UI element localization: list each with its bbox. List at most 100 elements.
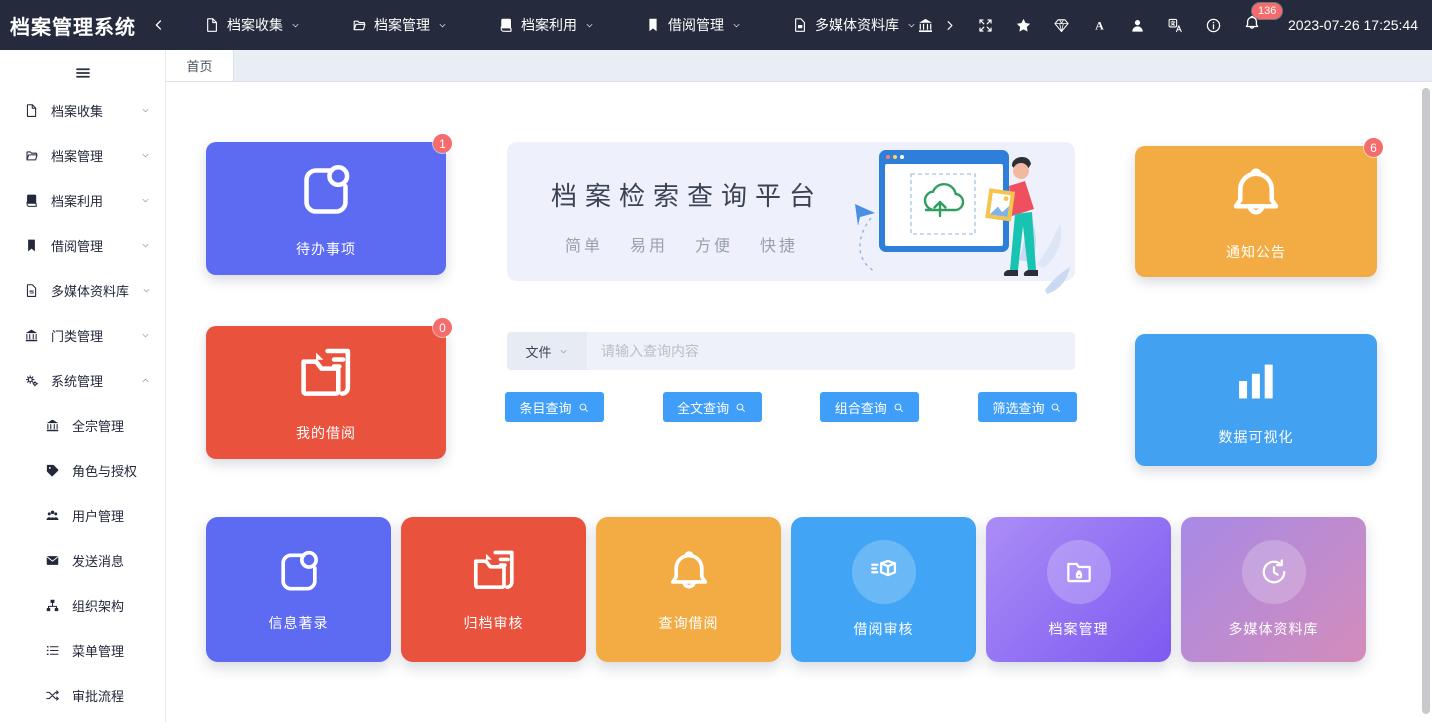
chevron-down-icon [140,330,151,341]
notice-card-label: 通知公告 [1226,242,1286,262]
sidebar-item-档案利用[interactable]: 档案利用 [0,178,165,223]
folder-open-icon [351,17,367,33]
file-media-icon [24,283,39,298]
sidebar-item-档案收集[interactable]: 档案收集 [0,88,165,133]
file-media-icon [792,17,808,33]
query-button-label: 条目查询 [519,398,571,417]
search-platform-banner: 档案检索查询平台 简单易用方便快捷 [507,142,1075,281]
book-icon [498,17,514,33]
my-borrow-card[interactable]: 我的借阅 0 [206,326,446,459]
nav-item-档案收集[interactable]: 档案收集 [204,15,301,35]
chevron-down-icon [558,346,569,357]
shortcut-card-label: 档案管理 [1049,619,1109,639]
sidebar-subitem-label: 用户管理 [72,506,124,525]
file-icon [24,103,39,118]
bookmark-icon [645,17,661,33]
notice-card[interactable]: 通知公告 6 [1135,146,1377,277]
banner-title: 档案检索查询平台 [551,176,823,213]
sidebar-item-label: 档案收集 [51,101,103,120]
folder-open-icon [24,148,39,163]
notification-count-badge: 136 [1252,3,1282,19]
search-category-select[interactable]: 文件 [507,332,587,370]
toolbar-icons: A [977,17,1222,34]
search-category-value: 文件 [525,342,551,361]
nav-item-档案利用[interactable]: 档案利用 [498,15,595,35]
shortcut-card-多媒体资料库[interactable]: 多媒体资料库 [1181,517,1366,662]
search-input[interactable] [587,332,1075,370]
shortcut-card-查询借阅[interactable]: 查询借阅 [596,517,781,662]
svg-text:A: A [1095,18,1104,32]
query-button-筛选查询[interactable]: 筛选查询 [978,392,1077,422]
search-bar: 文件 [507,332,1075,370]
clipboard-icon [273,546,325,598]
sidebar-subitem-菜单管理[interactable]: 菜单管理 [0,628,165,673]
nav-item-借阅管理[interactable]: 借阅管理 [645,15,742,35]
chevron-down-icon [906,20,917,31]
sidebar-item-门类管理[interactable]: 门类管理 [0,313,165,358]
query-button-全文查询[interactable]: 全文查询 [663,392,762,422]
query-button-组合查询[interactable]: 组合查询 [820,392,919,422]
nav-item-label: 档案收集 [227,15,283,35]
tab-home[interactable]: 首页 [166,50,234,81]
star-icon[interactable] [1015,17,1032,34]
data-viz-card-label: 数据可视化 [1219,427,1294,447]
chevron-down-icon [731,20,742,31]
sidebar-subitem-发送消息[interactable]: 发送消息 [0,538,165,583]
nav-item-label: 档案利用 [521,15,577,35]
sidebar-subitem-审批流程[interactable]: 审批流程 [0,673,165,718]
shortcut-card-借阅审核[interactable]: 借阅审核 [791,517,976,662]
sidebar-subitem-角色与授权[interactable]: 角色与授权 [0,448,165,493]
sidebar-item-借阅管理[interactable]: 借阅管理 [0,223,165,268]
banner-subtitle: 简单易用方便快捷 [565,232,798,256]
datetime-text: 2023-07-26 17:25:44 [1288,17,1418,33]
info-icon[interactable] [1205,17,1222,34]
nav-item-档案管理[interactable]: 档案管理 [351,15,448,35]
chevron-down-icon [290,20,301,31]
chevron-right-icon[interactable] [943,19,956,32]
shortcut-card-信息著录[interactable]: 信息著录 [206,517,391,662]
shortcut-icon-circle [1242,540,1306,604]
sidebar-subitem-组织架构[interactable]: 组织架构 [0,583,165,628]
gem-icon[interactable] [1053,17,1070,34]
scrollbar[interactable] [1422,88,1430,714]
data-viz-card[interactable]: 数据可视化 [1135,334,1377,466]
sidebar-subitem-label: 菜单管理 [72,641,124,660]
my-borrow-card-label: 我的借阅 [296,423,356,443]
notifications-button[interactable]: 136 [1243,14,1261,37]
shortcut-card-label: 借阅审核 [854,619,914,639]
chevron-down-icon [140,105,151,116]
banner-subtitle-word: 简单 [565,232,603,256]
sidebar-item-label: 门类管理 [51,326,103,345]
chevron-down-icon [140,195,151,206]
my-borrow-badge: 0 [433,318,452,337]
todo-card[interactable]: 待办事项 1 [206,142,446,275]
translate-icon[interactable] [1167,17,1184,34]
sidebar-item-多媒体资料库[interactable]: 多媒体资料库 [0,268,165,313]
clipboard-icon [294,159,358,223]
chevron-down-icon [437,20,448,31]
folder-doc-icon [468,546,520,598]
sidebar-toggle-button[interactable] [0,58,165,88]
bank-icon[interactable] [917,17,934,34]
folder-lock-icon [1063,556,1095,588]
chevron-down-icon [140,240,151,251]
sidebar-subitem-label: 角色与授权 [72,461,137,480]
sidebar-item-系统管理[interactable]: 系统管理 [0,358,165,403]
sidebar-item-档案管理[interactable]: 档案管理 [0,133,165,178]
shortcut-card-档案管理[interactable]: 档案管理 [986,517,1171,662]
sidebar-item-label: 档案利用 [51,191,103,210]
collapse-menu-icon[interactable] [152,18,166,32]
query-button-条目查询[interactable]: 条目查询 [505,392,604,422]
sidebar-subitem-用户管理[interactable]: 用户管理 [0,493,165,538]
nav-item-多媒体资料库[interactable]: 多媒体资料库 [792,15,917,35]
fullscreen-icon[interactable] [977,17,994,34]
user-icon[interactable] [1129,17,1146,34]
shortcut-card-归档审核[interactable]: 归档审核 [401,517,586,662]
letter-a-icon[interactable]: A [1091,17,1108,34]
sidebar: 档案收集档案管理档案利用借阅管理多媒体资料库门类管理系统管理全宗管理角色与授权用… [0,50,166,722]
search-icon [577,401,590,414]
sitemap-icon [45,598,60,613]
app-title: 档案管理系统 [10,11,136,40]
history-icon [1258,556,1290,588]
sidebar-subitem-全宗管理[interactable]: 全宗管理 [0,403,165,448]
